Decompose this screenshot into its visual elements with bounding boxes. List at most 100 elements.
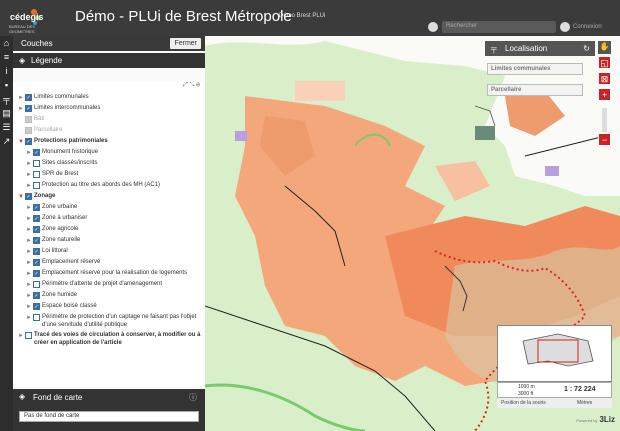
layer-row[interactable]: ► Sites classés/inscrits: [13, 158, 205, 169]
print-icon[interactable]: ▤: [0, 106, 13, 120]
chevron-down-icon[interactable]: ▼: [17, 194, 25, 200]
pan-button[interactable]: ✋: [598, 41, 611, 54]
layer-checkbox[interactable]: ✓: [25, 94, 32, 101]
layer-checkbox[interactable]: ✓: [33, 303, 40, 310]
layer-row[interactable]: ► ✓ Zone humide: [13, 290, 205, 301]
overview-map[interactable]: [497, 325, 612, 382]
layer-checkbox[interactable]: [33, 171, 40, 178]
credit-logo[interactable]: Powered by 3Liz: [565, 415, 615, 427]
list-icon[interactable]: ☰: [0, 120, 13, 134]
chevron-right-icon[interactable]: ►: [25, 161, 33, 167]
info-icon[interactable]: i: [0, 64, 13, 78]
comment-icon[interactable]: ▪: [0, 78, 13, 92]
layer-row[interactable]: ► ✓ Limites communales: [13, 92, 205, 103]
zoom-extent-button[interactable]: ⊠: [598, 72, 611, 85]
refresh-icon[interactable]: [428, 22, 438, 32]
layer-row[interactable]: ► ✓ Monument historique: [13, 147, 205, 158]
layer-checkbox[interactable]: [33, 281, 40, 288]
chevron-right-icon[interactable]: ►: [25, 293, 33, 299]
zoom-out-button[interactable]: −: [598, 133, 611, 146]
layer-row[interactable]: ► ✓ Zone urbaine: [13, 202, 205, 213]
layers-icon[interactable]: ≡: [0, 50, 13, 64]
layer-checkbox[interactable]: ✓: [33, 204, 40, 211]
layer-row[interactable]: ► ✓ Zone naturelle: [13, 235, 205, 246]
chevron-right-icon[interactable]: ►: [25, 216, 33, 222]
close-button[interactable]: Fermer: [170, 38, 201, 49]
parcel-field[interactable]: Parcellaire: [487, 84, 583, 96]
layer-checkbox[interactable]: [25, 332, 32, 339]
layer-row[interactable]: ► ✓ Emplacement réservé: [13, 257, 205, 268]
layer-checkbox[interactable]: ✓: [33, 259, 40, 266]
layer-checkbox[interactable]: ✓: [25, 193, 32, 200]
layer-checkbox[interactable]: ✓: [33, 237, 40, 244]
layer-checkbox[interactable]: ✓: [33, 248, 40, 255]
basemap-select[interactable]: Pas de fond de carte: [19, 411, 199, 422]
chevron-right-icon[interactable]: ►: [25, 260, 33, 266]
fullscreen-button[interactable]: ◱: [598, 56, 611, 69]
layer-checkbox[interactable]: [25, 116, 32, 123]
chevron-right-icon[interactable]: ►: [25, 172, 33, 178]
layer-checkbox[interactable]: [33, 182, 40, 189]
info-circle-icon[interactable]: ⓘ: [189, 392, 197, 403]
chevron-right-icon[interactable]: ►: [25, 315, 33, 321]
layer-checkbox[interactable]: ✓: [25, 105, 32, 112]
layer-checkbox[interactable]: ✓: [33, 215, 40, 222]
layer-row[interactable]: ► ✓ Loi littoral: [13, 246, 205, 257]
layer-checkbox[interactable]: ✓: [33, 270, 40, 277]
layer-row[interactable]: ► Périmètre de protection d'un captage ne…: [13, 312, 205, 330]
layer-checkbox[interactable]: ✓: [33, 226, 40, 233]
chevron-right-icon[interactable]: ►: [17, 95, 25, 101]
layer-row[interactable]: ► Périmètre d'attente de projet d'aménage…: [13, 279, 205, 290]
layer-label: SPR de Brest: [42, 171, 79, 177]
basemap-title: Fond de carte: [33, 393, 83, 402]
user-icon[interactable]: [560, 22, 570, 32]
layer-checkbox[interactable]: [33, 160, 40, 167]
left-toolbar: ⌂ ≡ i ▪ ╤ ▤ ☰ ↗: [0, 36, 13, 431]
chevron-right-icon[interactable]: ►: [25, 271, 33, 277]
chevron-down-icon[interactable]: ▼: [17, 139, 25, 145]
refresh-icon[interactable]: ↻: [583, 41, 590, 56]
layer-row[interactable]: ▼ ✓ Protections patrimoniales: [13, 136, 205, 147]
chevron-right-icon[interactable]: ►: [25, 282, 33, 288]
layer-row[interactable]: ► ✓ Zone agricole: [13, 224, 205, 235]
connect-link[interactable]: Connexion: [573, 24, 602, 30]
layer-row[interactable]: Parcellaire: [13, 125, 205, 136]
layer-row[interactable]: ► SPR de Brest: [13, 169, 205, 180]
layer-checkbox[interactable]: ✓: [25, 138, 32, 145]
search-input[interactable]: Rechercher: [442, 21, 556, 33]
zoom-slider[interactable]: [602, 108, 607, 132]
chevron-right-icon[interactable]: ►: [25, 205, 33, 211]
layer-row[interactable]: ► ✓ Limites intercommunales: [13, 103, 205, 114]
layer-checkbox[interactable]: [25, 127, 32, 134]
legend-header[interactable]: ◈ Légende: [13, 53, 205, 68]
layer-row[interactable]: ► Tracé des voies de circulation à conser…: [13, 330, 205, 348]
layer-row[interactable]: ► ✓ Espace boisé classé: [13, 301, 205, 312]
chevron-right-icon[interactable]: ►: [25, 183, 33, 189]
tools-icon[interactable]: ╤: [0, 92, 13, 106]
layer-row[interactable]: ▼ ✓ Zonage: [13, 191, 205, 202]
zoom-layer-icon[interactable]: ⊕: [196, 82, 200, 88]
zoom-in-button[interactable]: +: [598, 88, 611, 101]
layer-checkbox[interactable]: ✓: [33, 292, 40, 299]
chevron-right-icon[interactable]: ►: [25, 304, 33, 310]
logo[interactable]: cédegis BUREAU DES GEOMETRES: [6, 4, 44, 34]
collapse-icon[interactable]: ⤡: [190, 82, 195, 88]
commune-field[interactable]: Limites communales: [487, 63, 583, 75]
chevron-right-icon[interactable]: ►: [25, 238, 33, 244]
chevron-right-icon[interactable]: ►: [25, 150, 33, 156]
layer-checkbox[interactable]: ✓: [33, 149, 40, 156]
chevron-right-icon[interactable]: ►: [25, 227, 33, 233]
layer-row[interactable]: Bâti: [13, 114, 205, 125]
home-icon[interactable]: ⌂: [0, 36, 13, 50]
chevron-right-icon[interactable]: ►: [17, 333, 25, 339]
layer-checkbox[interactable]: [33, 314, 40, 321]
chevron-right-icon[interactable]: ►: [17, 106, 25, 112]
layer-row[interactable]: ► ✓ Emplacement réservé pour la réalisatio…: [13, 268, 205, 279]
expand-icon[interactable]: ⤢: [183, 82, 188, 88]
chevron-right-icon[interactable]: ►: [25, 249, 33, 255]
units-select[interactable]: Mètres: [577, 400, 592, 406]
share-icon[interactable]: ↗: [0, 134, 13, 148]
basemap-header[interactable]: ◈ Fond de carte ⓘ: [13, 389, 205, 405]
layer-row[interactable]: ► ✓ Zone à urbaniser: [13, 213, 205, 224]
layer-row[interactable]: ► Protection au titre des abords des MH (…: [13, 180, 205, 191]
